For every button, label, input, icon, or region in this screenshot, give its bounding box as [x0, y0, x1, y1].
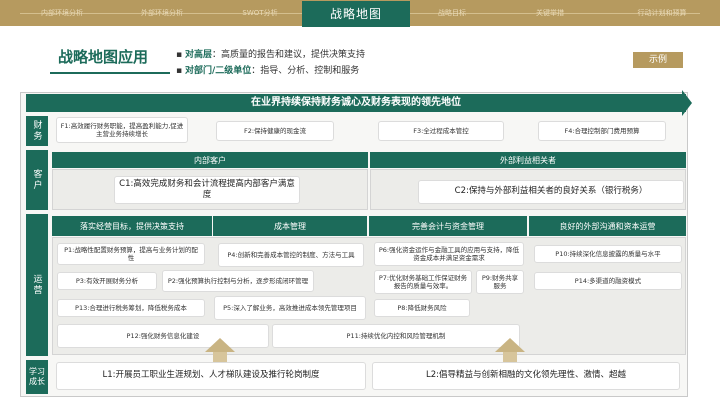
objective-c1[interactable]: C1:高效完成财务和会计流程提高内部客户满意度: [114, 176, 300, 204]
ops-header-external: 良好的外部沟通和资本运营: [529, 216, 686, 236]
bullet2-text: ：指导、分析、控制和服务: [251, 66, 360, 76]
objective-p10[interactable]: P10:持续深化信息披露的质量与水平: [534, 245, 682, 263]
objective-p6[interactable]: P6:强化资金运作与金融工具的应用与支持，降低资金成本并满足资金需求: [374, 242, 524, 266]
objective-p4[interactable]: P4:创新和完善成本管控的制度、方法与工具: [218, 243, 364, 267]
bullet-executives: ▪ 对高层：高质量的报告和建议，提供决策支持: [176, 50, 365, 60]
left-up-arrow-icon: [205, 338, 235, 352]
nav-item-internal[interactable]: 内部环境分析: [22, 4, 102, 22]
objective-p7[interactable]: P7:优化财务基础工作保证财务报告的质量与效率。: [374, 270, 472, 294]
objective-f2[interactable]: F2:保持健康的现金流: [216, 121, 334, 141]
vision-arrow-icon: [682, 90, 692, 116]
objective-l2[interactable]: L2:倡导精益与创新相融的文化领先理性、激情、超越: [372, 362, 680, 390]
row-label-finance: 财务: [26, 116, 48, 146]
ops-header-cost: 成本管理: [213, 216, 367, 236]
objective-f1[interactable]: F1:高效履行财务职能，提高盈利能力,促进主营业务持续增长: [56, 117, 188, 143]
objective-p3[interactable]: P3:有效开展财务分析: [57, 272, 157, 290]
bullet1-label: 对高层: [184, 50, 212, 60]
nav-item-strategy-map[interactable]: 战略地图: [302, 1, 410, 27]
objective-p9[interactable]: P9:财务共享服务: [476, 270, 524, 294]
top-nav: 内部环境分析 外部环境分析 SWOT分析 战略地图 战略目标 关键举措 行动计划…: [0, 0, 720, 27]
nav-item-action-plan[interactable]: 行动计划和预算: [612, 4, 712, 22]
objective-p8[interactable]: P8:降低财务风险: [374, 299, 470, 317]
example-tag: 示例: [633, 52, 683, 68]
objective-l1[interactable]: L1:开展员工职业生涯规划、人才梯队建设及推行轮岗制度: [56, 362, 366, 390]
objective-p11[interactable]: P11:持续优化内控和风险管理机制: [272, 324, 520, 348]
objective-p14[interactable]: P14:多渠道的融资模式: [534, 272, 682, 290]
ops-header-goals: 落实经营目标，提供决策支持: [52, 216, 212, 236]
nav-item-swot[interactable]: SWOT分析: [220, 4, 300, 22]
objective-p5[interactable]: P5:深入了解业务，高效推进成本领先管理项目: [214, 296, 366, 320]
objective-f4[interactable]: F4:合理控制部门费用预算: [538, 121, 666, 141]
row-label-customer: 客户: [26, 150, 48, 210]
row-label-operations: 运营: [26, 214, 48, 356]
title-underline: [50, 72, 170, 74]
bullet-departments: ▪ 对部门/二级单位：指导、分析、控制和服务: [176, 66, 360, 76]
right-up-arrow-icon: [495, 338, 525, 352]
customer-internal-header: 内部客户: [52, 152, 368, 168]
objective-p13[interactable]: P13:合理进行税务筹划，降低税务成本: [57, 299, 205, 317]
ops-header-accounting: 完善会计与资金管理: [369, 216, 527, 236]
customer-external-header: 外部利益相关者: [370, 152, 686, 168]
vision-text: 在业界持续保持财务诚心及财务表现的领先地位: [251, 97, 461, 108]
nav-item-goals[interactable]: 战略目标: [412, 4, 492, 22]
bullet1-text: ：高质量的报告和建议，提供决策支持: [211, 50, 365, 60]
objective-p1[interactable]: P1:战略性配置财务预算，提高与业务计划的配性: [57, 243, 205, 265]
objective-p12[interactable]: P12:强化财务信息化建设: [57, 324, 269, 348]
row-label-learning: 学习成长: [26, 360, 48, 394]
bullet2-label: 对部门/二级单位: [184, 66, 252, 76]
nav-item-initiatives[interactable]: 关键举措: [510, 4, 590, 22]
nav-item-external[interactable]: 外部环境分析: [122, 4, 202, 22]
objective-c2[interactable]: C2:保持与外部利益相关者的良好关系（银行税务）: [418, 180, 684, 204]
objective-p2[interactable]: P2:强化预算执行控制与分析，逐步形成闭环管理: [162, 270, 314, 292]
objective-f3[interactable]: F3:全过程成本管控: [378, 121, 504, 141]
page-title: 战略地图应用: [58, 48, 149, 66]
vision-bar: 在业界持续保持财务诚心及财务表现的领先地位: [26, 90, 692, 116]
